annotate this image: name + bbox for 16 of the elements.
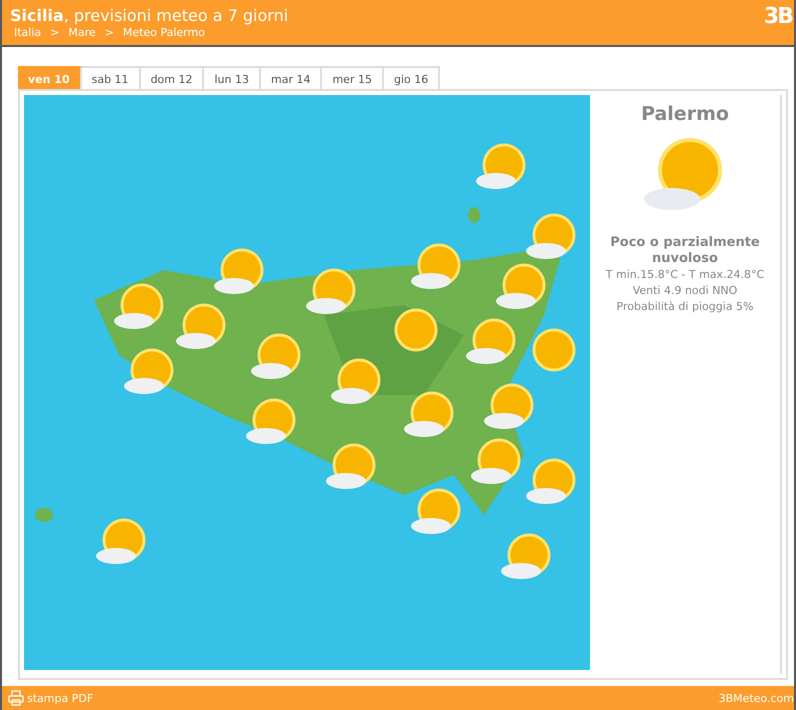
breadcrumb-separator: > — [104, 26, 114, 39]
logo: 3B — [764, 4, 794, 31]
city-name: Palermo — [641, 103, 729, 125]
temperature-text: T min.15.8°C - T max.24.8°C — [606, 267, 764, 283]
printer-icon — [8, 690, 24, 706]
breadcrumb-separator: > — [50, 26, 60, 39]
page-title: Sicilia, previsioni meteo a 7 giorni — [10, 6, 288, 26]
day-tab[interactable]: gio 16 — [384, 66, 440, 89]
rain-text: Probabilità di pioggia 5% — [616, 299, 754, 315]
day-tab[interactable]: sab 11 — [82, 66, 141, 89]
day-tab[interactable]: lun 13 — [204, 66, 261, 89]
day-tab[interactable]: mer 15 — [322, 66, 384, 89]
wind-text: Venti 4.9 nodi NNO — [632, 283, 738, 299]
day-tab[interactable]: mar 14 — [260, 66, 322, 89]
day-tab[interactable]: dom 12 — [140, 66, 204, 89]
condition-text: Poco o parzialmente nuvoloso — [609, 235, 761, 267]
